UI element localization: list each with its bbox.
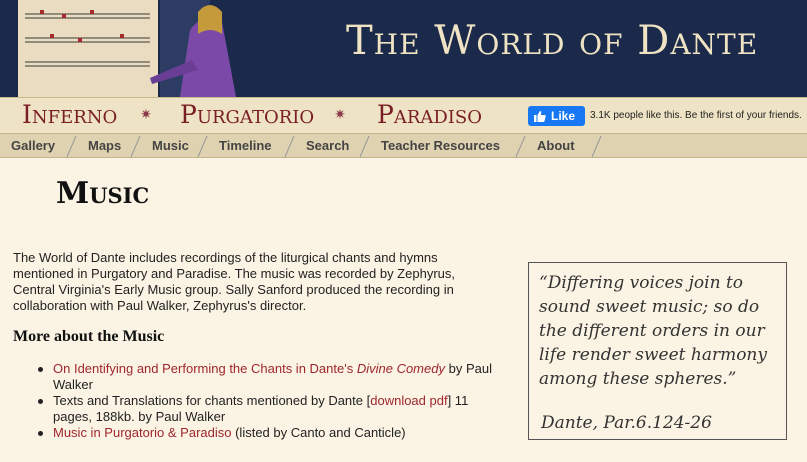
quote-text: “Differing voices join to sound sweet mu… — [539, 273, 767, 389]
list-item: On Identifying and Performing the Chants… — [36, 361, 496, 393]
nav-music[interactable]: Music — [152, 138, 189, 153]
banner-illustration — [0, 0, 330, 97]
nav-divider — [130, 135, 141, 158]
link-music-in-purgatorio-paradiso[interactable]: Music in Purgatorio & Paradiso — [53, 425, 231, 440]
quote-citation: Dante, Par.6.124-26 — [541, 413, 712, 433]
music-links-list: On Identifying and Performing the Chants… — [36, 361, 496, 441]
nav-teacher-resources[interactable]: Teacher Resources — [381, 138, 500, 153]
nav-divider — [66, 135, 77, 158]
nav-divider — [515, 135, 526, 158]
site-title[interactable]: The World of Dante — [346, 18, 758, 64]
link-identifying-chants[interactable]: On Identifying and Performing the Chants… — [53, 361, 445, 376]
thumbs-up-icon — [534, 110, 546, 122]
nav-maps[interactable]: Maps — [88, 138, 121, 153]
nav-gallery[interactable]: Gallery — [11, 138, 55, 153]
intro-paragraph: The World of Dante includes recordings o… — [13, 250, 455, 313]
main-nav: Gallery Maps Music Timeline Search Teach… — [0, 133, 807, 158]
realm-link-inferno[interactable]: Inferno — [22, 100, 117, 129]
nav-divider — [359, 135, 370, 158]
download-pdf-link[interactable]: download pdf — [370, 393, 447, 408]
list-item: Music in Purgatorio & Paradiso (listed b… — [36, 425, 496, 441]
quote-box: “Differing voices join to sound sweet mu… — [528, 262, 787, 440]
realm-link-purgatorio[interactable]: Purgatorio — [180, 100, 314, 129]
nav-about[interactable]: About — [537, 138, 575, 153]
list-item: Texts and Translations for chants mentio… — [36, 393, 496, 425]
facebook-like-label: Like — [551, 109, 576, 123]
facebook-like-button[interactable]: Like — [528, 106, 585, 126]
star-separator-icon: ✷ — [334, 107, 346, 123]
nav-divider — [591, 135, 602, 158]
nav-divider — [284, 135, 295, 158]
facebook-like-count: 3.1K people like this. Be the first of y… — [590, 110, 802, 121]
page-title: Music — [56, 176, 150, 211]
nav-search[interactable]: Search — [306, 138, 349, 153]
site-banner: The World of Dante — [0, 0, 807, 97]
nav-divider — [197, 135, 208, 158]
realm-link-paradiso[interactable]: Paradiso — [377, 100, 482, 129]
section-heading: More about the Music — [13, 328, 165, 345]
nav-timeline[interactable]: Timeline — [219, 138, 272, 153]
star-separator-icon: ✷ — [140, 107, 152, 123]
